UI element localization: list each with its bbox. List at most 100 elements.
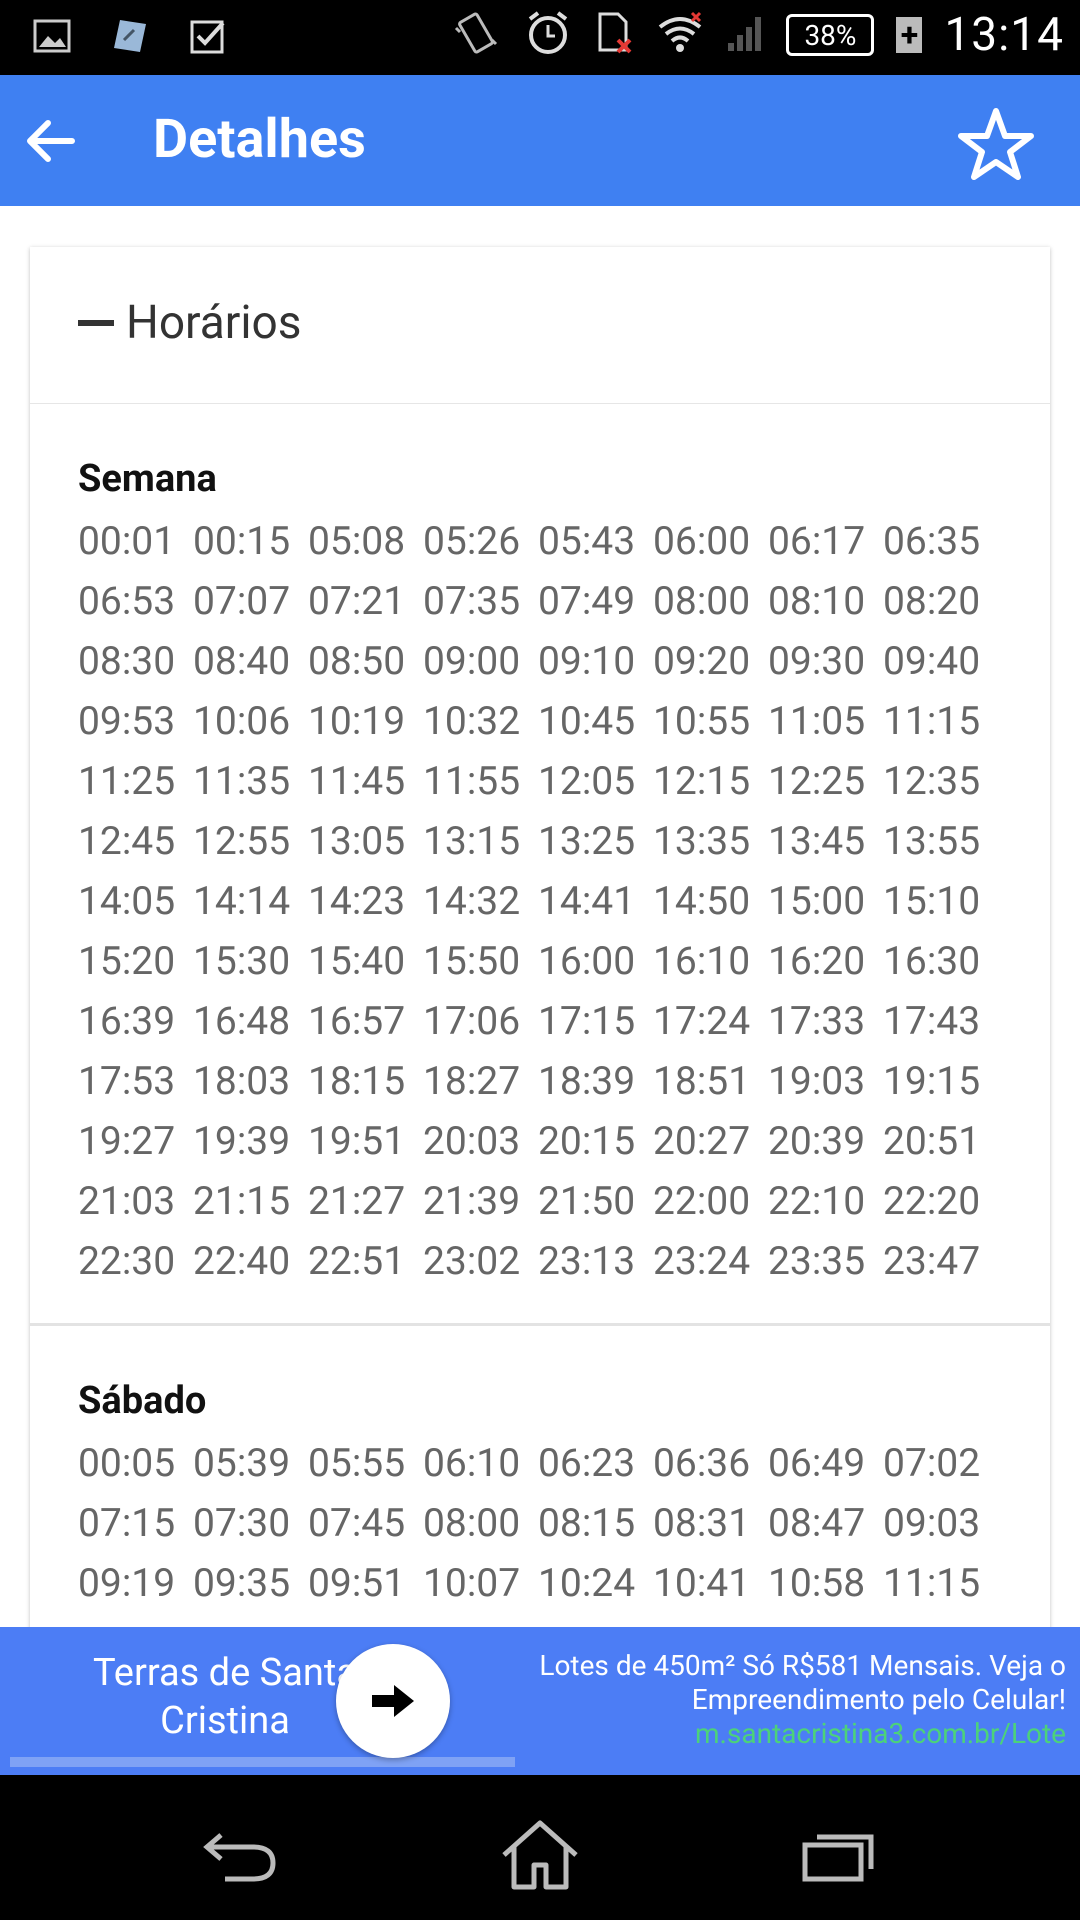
time-entry: 00:15 (193, 518, 291, 564)
time-list: 00:05 05:39 05:55 06:10 06:23 06:36 06:49 07:02… (78, 1433, 1002, 1613)
time-entry: 23:24 (653, 1238, 751, 1284)
nav-recents-button[interactable] (794, 1815, 884, 1895)
schedule-header[interactable]: Horários (30, 247, 1050, 404)
time-entry: 18:51 (653, 1058, 751, 1104)
time-entry: 13:25 (538, 818, 636, 864)
time-entry: 14:41 (538, 878, 636, 924)
time-entry: 10:58 (768, 1560, 866, 1606)
ad-banner[interactable]: Terras de Santa Cristina Lotes de 450m² … (0, 1627, 1080, 1775)
time-entry: 21:27 (308, 1178, 406, 1224)
time-entry: 22:20 (883, 1178, 981, 1224)
time-entry: 23:02 (423, 1238, 521, 1284)
app-bar: Detalhes (0, 75, 1080, 206)
ad-progress-bar (10, 1757, 515, 1767)
time-entry: 05:08 (308, 518, 406, 564)
time-entry: 10:24 (538, 1560, 636, 1606)
favorite-button[interactable] (956, 103, 1036, 183)
time-entry: 08:00 (653, 578, 751, 624)
time-entry: 21:50 (538, 1178, 636, 1224)
time-entry: 16:10 (653, 938, 751, 984)
time-entry: 09:53 (78, 698, 176, 744)
time-entry: 23:47 (883, 1238, 981, 1284)
time-entry: 12:25 (768, 758, 866, 804)
time-entry: 13:45 (768, 818, 866, 864)
section-title-semana: Semana (78, 457, 217, 501)
time-entry: 10:45 (538, 698, 636, 744)
time-entry: 14:23 (308, 878, 406, 924)
time-entry: 22:40 (193, 1238, 291, 1284)
ad-description[interactable]: Lotes de 450m² Só R$581 Mensais. Veja o … (466, 1649, 1066, 1751)
ad-title-line2: Cristina (160, 1699, 290, 1743)
time-entry: 06:23 (538, 1440, 636, 1486)
time-entry: 20:15 (538, 1118, 636, 1164)
ad-url[interactable]: m.santacristina3.com.br/Lote (466, 1717, 1066, 1751)
time-entry: 10:07 (423, 1560, 521, 1606)
time-entry: 05:26 (423, 518, 521, 564)
time-entry: 15:20 (78, 938, 176, 984)
time-entry: 17:24 (653, 998, 751, 1044)
time-entry: 06:35 (883, 518, 981, 564)
nav-home-button[interactable] (495, 1815, 585, 1895)
time-entry: 00:01 (78, 518, 176, 564)
time-entry: 14:14 (193, 878, 291, 924)
time-entry: 08:30 (78, 638, 176, 684)
weekday-section: Semana 00:01 00:15 05:08 05:26 05:43 06:00 06:… (30, 454, 1050, 1291)
time-entry: 10:06 (193, 698, 291, 744)
time-entry: 06:17 (768, 518, 866, 564)
time-entry: 08:15 (538, 1500, 636, 1546)
time-entry: 11:55 (423, 758, 521, 804)
time-entry: 14:50 (653, 878, 751, 924)
time-entry: 16:48 (193, 998, 291, 1044)
checkbox-icon (186, 14, 230, 58)
time-entry: 06:49 (768, 1440, 866, 1486)
ad-open-button[interactable] (336, 1644, 450, 1758)
status-bar: 38% + 13:14 (0, 0, 1080, 75)
time-entry: 23:35 (768, 1238, 866, 1284)
collapse-icon[interactable] (78, 320, 114, 326)
time-entry: 06:00 (653, 518, 751, 564)
time-entry: 12:15 (653, 758, 751, 804)
time-entry: 07:02 (883, 1440, 981, 1486)
time-entry: 11:15 (883, 1560, 981, 1606)
time-entry: 12:05 (538, 758, 636, 804)
sd-card-error-icon (594, 10, 634, 60)
time-entry: 11:45 (308, 758, 406, 804)
battery-charging-icon: + (896, 17, 923, 53)
time-entry: 16:30 (883, 938, 981, 984)
time-entry: 19:51 (308, 1118, 406, 1164)
time-entry: 08:50 (308, 638, 406, 684)
time-entry: 10:41 (653, 1560, 751, 1606)
nav-back-button[interactable] (196, 1815, 286, 1895)
time-entry: 09:03 (883, 1500, 981, 1546)
time-entry: 17:33 (768, 998, 866, 1044)
time-entry: 19:39 (193, 1118, 291, 1164)
ad-text-line1: Lotes de 450m² Só R$581 Mensais. Veja o (539, 1649, 1066, 1682)
schedule-card: Horários Semana 00:01 00:15 05:08 05:26 05:4… (30, 247, 1050, 1667)
time-entry: 23:13 (538, 1238, 636, 1284)
status-time: 13:14 (944, 8, 1064, 62)
time-entry: 16:39 (78, 998, 176, 1044)
time-entry: 15:30 (193, 938, 291, 984)
time-entry: 09:10 (538, 638, 636, 684)
time-entry: 08:31 (653, 1500, 751, 1546)
time-entry: 22:51 (308, 1238, 406, 1284)
time-entry: 20:51 (883, 1118, 981, 1164)
recents-icon (802, 1834, 874, 1882)
time-list: 00:01 00:15 05:08 05:26 05:43 06:00 06:17 06:35… (78, 511, 1002, 1291)
time-entry: 21:15 (193, 1178, 291, 1224)
time-entry: 06:36 (653, 1440, 751, 1486)
time-entry: 18:03 (193, 1058, 291, 1104)
time-entry: 07:45 (308, 1500, 406, 1546)
time-entry: 07:49 (538, 578, 636, 624)
time-entry: 11:25 (78, 758, 176, 804)
time-entry: 16:00 (538, 938, 636, 984)
time-entry: 06:53 (78, 578, 176, 624)
back-button[interactable] (20, 107, 80, 175)
battery-indicator: 38% (786, 14, 875, 56)
time-entry: 10:19 (308, 698, 406, 744)
time-entry: 05:55 (308, 1440, 406, 1486)
time-entry: 15:50 (423, 938, 521, 984)
time-entry: 17:53 (78, 1058, 176, 1104)
time-entry: 09:20 (653, 638, 751, 684)
star-outline-icon (958, 108, 1034, 180)
